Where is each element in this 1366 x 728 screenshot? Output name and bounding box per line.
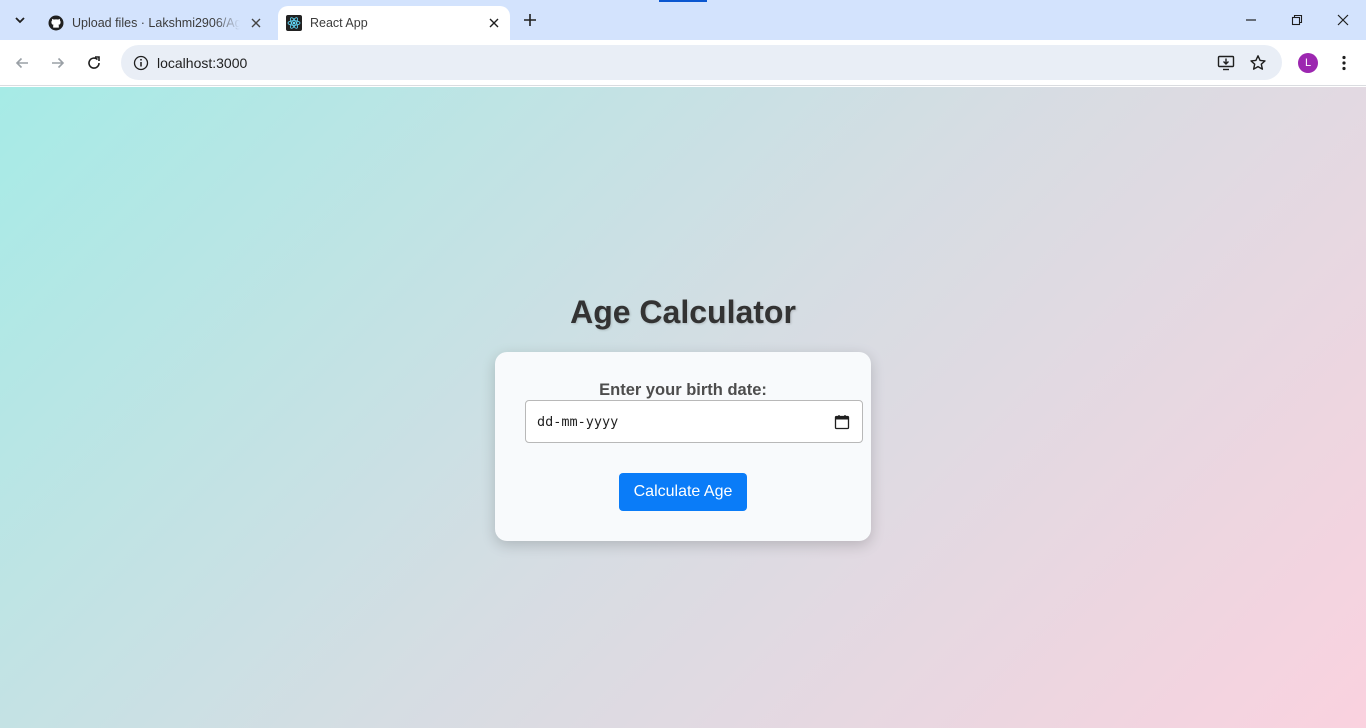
close-tab-icon[interactable] bbox=[486, 15, 502, 31]
bookmark-button[interactable] bbox=[1245, 50, 1271, 76]
page-title: Age Calculator bbox=[570, 294, 796, 330]
install-app-button[interactable] bbox=[1213, 50, 1239, 76]
react-icon bbox=[286, 15, 302, 31]
restore-icon bbox=[1291, 14, 1303, 26]
reload-icon bbox=[88, 56, 100, 69]
profile-avatar[interactable]: L bbox=[1298, 53, 1318, 73]
arrow-right-icon bbox=[52, 57, 65, 69]
chevron-down-icon bbox=[15, 17, 25, 24]
install-icon bbox=[1217, 55, 1235, 71]
info-icon bbox=[133, 55, 149, 71]
browser-menu-button[interactable] bbox=[1331, 49, 1357, 77]
back-button[interactable] bbox=[8, 49, 36, 77]
tab-search-button[interactable] bbox=[8, 8, 32, 32]
site-info-button[interactable] bbox=[127, 49, 155, 77]
tab-title: React App bbox=[310, 16, 368, 30]
page-viewport: Age Calculator Enter your birth date: dd… bbox=[0, 87, 1366, 728]
close-tab-icon[interactable] bbox=[248, 15, 264, 31]
star-icon bbox=[1250, 55, 1266, 70]
restore-button[interactable] bbox=[1274, 0, 1320, 40]
url-text[interactable]: localhost:3000 bbox=[157, 55, 247, 71]
close-icon bbox=[1337, 14, 1349, 26]
address-bar[interactable]: localhost:3000 bbox=[121, 45, 1282, 80]
calculate-age-button[interactable]: Calculate Age bbox=[619, 473, 747, 511]
tab-strip: Upload files · Lakshmi2906/Age React App bbox=[0, 0, 1366, 40]
tab-upload-files[interactable]: Upload files · Lakshmi2906/Age bbox=[40, 6, 272, 40]
reload-button[interactable] bbox=[80, 49, 108, 77]
age-form-card: Enter your birth date: dd-mm-yyyy Calcul… bbox=[495, 352, 871, 541]
tab-react-app[interactable]: React App bbox=[278, 6, 510, 40]
browser-toolbar: localhost:3000 L bbox=[0, 40, 1366, 86]
forward-button[interactable] bbox=[44, 49, 72, 77]
more-vertical-icon bbox=[1342, 55, 1346, 71]
minimize-button[interactable] bbox=[1228, 0, 1274, 40]
date-placeholder: dd-mm-yyyy bbox=[537, 414, 619, 430]
birth-date-label: Enter your birth date: bbox=[599, 381, 767, 399]
github-icon bbox=[48, 15, 64, 31]
window-accent-bar bbox=[659, 0, 707, 2]
plus-icon bbox=[524, 14, 536, 26]
close-window-button[interactable] bbox=[1320, 0, 1366, 40]
calendar-icon[interactable] bbox=[834, 414, 850, 430]
new-tab-button[interactable] bbox=[518, 8, 542, 32]
arrow-left-icon bbox=[15, 57, 28, 69]
tab-title: Upload files · Lakshmi2906/Age bbox=[72, 16, 240, 30]
minimize-icon bbox=[1246, 19, 1256, 21]
birth-date-input[interactable]: dd-mm-yyyy bbox=[525, 400, 863, 443]
